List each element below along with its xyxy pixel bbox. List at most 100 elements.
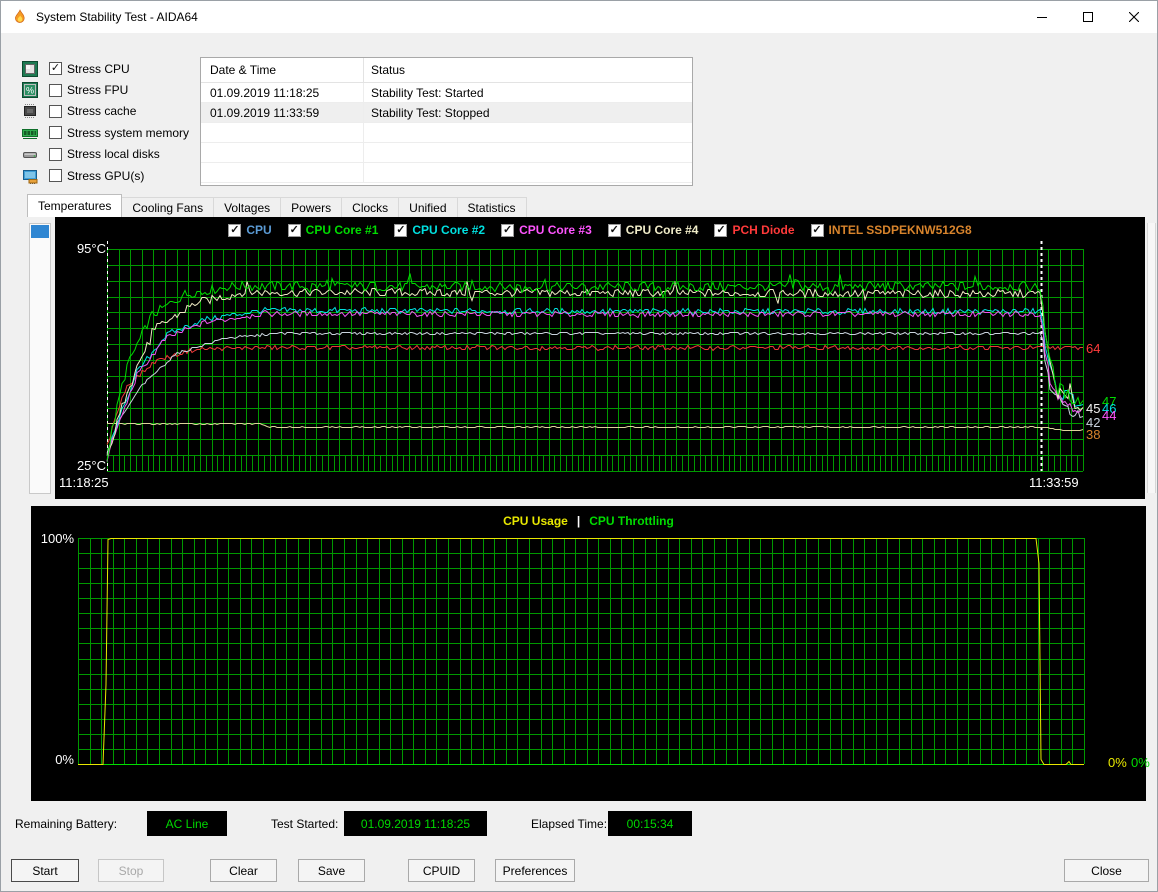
maximize-button[interactable]: [1065, 1, 1111, 32]
value-label: 0%: [1131, 755, 1150, 770]
button-row: Start Stop Clear Save CPUID Preferences Close: [11, 859, 1151, 883]
log-row-empty: [201, 123, 692, 143]
stop-button: Stop: [98, 859, 164, 882]
legend-label: CPU Core #3: [519, 223, 592, 237]
status-label-test-started: Test Started:: [271, 817, 339, 831]
temperature-legend: ✓ CPU ✓ CPU Core #1 ✓ CPU Core #2 ✓ CPU Core #3…: [55, 223, 1145, 237]
clear-button[interactable]: Clear: [210, 859, 277, 882]
temp-x-end-label: 11:33:59: [1029, 475, 1079, 490]
usage-chart-title: CPU Usage | CPU Throttling: [31, 514, 1146, 528]
close-button[interactable]: Close: [1064, 859, 1149, 882]
tab-temperatures[interactable]: Temperatures: [27, 194, 123, 217]
usage-chart: [78, 538, 1085, 765]
log-cell-datetime: 01.09.2019 11:18:25: [201, 83, 364, 102]
stress-option-stress-system-memory: Stress system memory: [22, 122, 189, 143]
usage-y-max-label: 100%: [40, 531, 74, 546]
checkbox[interactable]: [49, 104, 62, 118]
tab-cooling-fans[interactable]: Cooling Fans: [121, 197, 215, 217]
minimize-icon: [1037, 16, 1047, 18]
legend-label: CPU Core #2: [412, 223, 486, 237]
value-label: 64: [1086, 341, 1101, 356]
value-label: 38: [1086, 427, 1101, 442]
legend-label: CPU Core #4: [625, 223, 699, 237]
legend-item-cpu-core-4[interactable]: ✓ CPU Core #4: [607, 223, 699, 237]
stress-option-label: Stress cache: [67, 104, 137, 119]
legend-item-cpu-core-3[interactable]: ✓ CPU Core #3: [501, 223, 592, 237]
log-row[interactable]: 01.09.2019 11:33:59 Stability Test: Stopp…: [201, 103, 692, 123]
status-value-test-started: 01.09.2019 11:18:25: [344, 811, 487, 836]
legend-label: CPU: [246, 223, 272, 237]
usage-y-min-label: 0%: [55, 752, 74, 767]
status-bar: Remaining Battery: AC Line Test Started: 01…: [15, 811, 1149, 837]
log-row-empty: [201, 143, 692, 163]
checkbox[interactable]: ✓: [714, 223, 728, 237]
log-cell-status: [364, 123, 692, 142]
cpuid-button[interactable]: CPUID: [408, 859, 475, 882]
save-button[interactable]: Save: [298, 859, 365, 882]
legend-item-intel-ssdpeknw512g8[interactable]: ✓ INTEL SSDPEKNW512G8: [810, 223, 972, 237]
tab-statistics[interactable]: Statistics: [456, 197, 527, 217]
temp-y-max-label: 95°C: [76, 241, 106, 256]
log-cell-datetime: [201, 143, 364, 162]
legend-item-cpu[interactable]: ✓ CPU: [228, 223, 272, 237]
legend-item-cpu-core-2[interactable]: ✓ CPU Core #2: [394, 223, 485, 237]
svg-text:%: %: [26, 86, 34, 96]
stress-option-stress-cpu: ✓ Stress CPU: [22, 58, 189, 79]
status-value-elapsed-time: 00:15:34: [608, 811, 692, 836]
checkbox[interactable]: [49, 126, 62, 140]
stress-option-stress-cache: Stress cache: [22, 101, 189, 122]
fpu-icon: %: [22, 82, 38, 99]
title-bar: System Stability Test - AIDA64: [1, 1, 1157, 33]
checkbox[interactable]: [49, 83, 62, 97]
temperature-chart-panel: ✓ CPU ✓ CPU Core #1 ✓ CPU Core #2 ✓ CPU Core #3…: [55, 217, 1145, 499]
log-cell-status: Stability Test: Started: [371, 85, 484, 100]
close-icon: [1129, 11, 1139, 22]
log-row[interactable]: 01.09.2019 11:18:25 Stability Test: Start…: [201, 83, 692, 103]
usage-title-cpu-throttling: CPU Throttling: [589, 514, 674, 528]
log-cell-datetime: [201, 123, 364, 142]
checkbox[interactable]: ✓: [810, 223, 824, 237]
checkbox[interactable]: [49, 147, 62, 161]
column-header-status[interactable]: Status: [364, 58, 692, 82]
stress-option-label: Stress local disks: [67, 147, 160, 162]
minimize-button[interactable]: [1019, 1, 1065, 32]
tab-unified[interactable]: Unified: [398, 197, 458, 217]
checkbox[interactable]: ✓: [49, 62, 62, 76]
checkbox[interactable]: ✓: [287, 223, 301, 237]
cache-icon: [22, 103, 38, 119]
status-value-remaining-battery: AC Line: [147, 811, 227, 836]
checkbox[interactable]: ✓: [228, 223, 242, 237]
value-label: 44: [1102, 408, 1117, 423]
chart-right-scrollbar[interactable]: [1147, 223, 1156, 493]
start-button[interactable]: Start: [11, 859, 79, 882]
usage-chart-panel: CPU Usage | CPU Throttling 100% 0% 0% 0%: [31, 506, 1150, 801]
stress-option-label: Stress CPU: [67, 61, 130, 76]
stress-option-stress-local-disks: Stress local disks: [22, 144, 189, 165]
memory-icon: [22, 125, 38, 141]
stress-option-label: Stress system memory: [67, 125, 190, 140]
stress-option-label: Stress FPU: [67, 83, 129, 98]
close-button[interactable]: [1111, 1, 1157, 32]
log-cell-datetime: 01.09.2019 11:33:59: [201, 103, 364, 122]
app-window: System Stability Test - AIDA64 ✓ Stress C…: [0, 0, 1158, 892]
tab-voltages[interactable]: Voltages: [213, 197, 282, 217]
checkbox[interactable]: ✓: [501, 223, 515, 237]
status-label-remaining-battery: Remaining Battery:: [15, 817, 118, 831]
event-log-table: Date & Time Status 01.09.2019 11:18:25 Stab…: [200, 57, 693, 186]
temp-x-start-label: 11:18:25: [59, 475, 109, 490]
tab-clocks[interactable]: Clocks: [341, 197, 400, 217]
scrollbar-thumb[interactable]: [31, 225, 49, 238]
legend-item-cpu-core-1[interactable]: ✓ CPU Core #1: [287, 223, 378, 237]
stress-option-label: Stress GPU(s): [67, 168, 145, 183]
column-header-date-time[interactable]: Date & Time: [201, 58, 364, 82]
chart-vertical-scrollbar[interactable]: [29, 223, 51, 494]
checkbox[interactable]: [49, 169, 62, 183]
legend-item-pch-diode[interactable]: ✓ PCH Diode: [714, 223, 795, 237]
log-table-header: Date & Time Status: [201, 58, 692, 83]
checkbox[interactable]: ✓: [394, 223, 408, 237]
tab-powers[interactable]: Powers: [280, 197, 343, 217]
log-cell-status: [364, 163, 692, 182]
checkbox[interactable]: ✓: [607, 223, 621, 237]
preferences-button[interactable]: Preferences: [495, 859, 575, 882]
window-controls: [1019, 1, 1157, 32]
